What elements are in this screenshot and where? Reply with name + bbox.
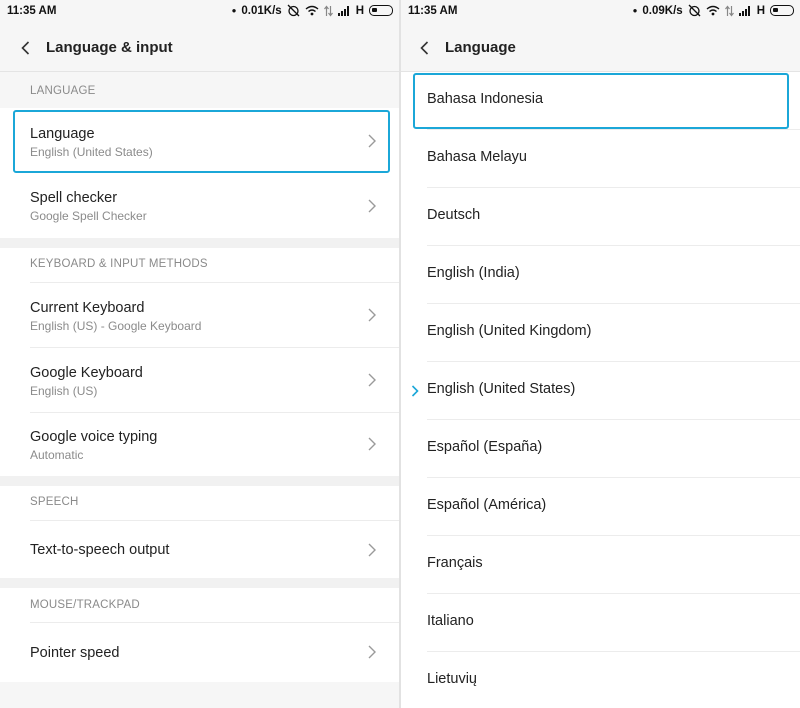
battery-icon <box>770 5 794 16</box>
chevron-right-icon <box>368 373 376 387</box>
item-title: Text-to-speech output <box>30 542 170 558</box>
app-bar: Language & input <box>0 24 399 72</box>
language-option[interactable]: English (United Kingdom) <box>401 304 800 362</box>
language-name: English (India) <box>427 265 520 281</box>
status-bar: 11:35 AM ● 0.09K/s H <box>401 0 800 24</box>
keyboard-group: KEYBOARD & INPUT METHODS Current Keyboar… <box>0 248 399 476</box>
battery-icon <box>369 5 393 16</box>
section-label-language: LANGUAGE <box>30 85 96 97</box>
status-icons: ● 0.01K/s H <box>232 4 393 17</box>
selected-chevron-icon <box>411 385 419 397</box>
language-option[interactable]: Français <box>401 536 800 594</box>
chevron-right-icon <box>368 199 376 213</box>
item-title: Current Keyboard <box>30 300 145 316</box>
item-title: Language <box>30 126 95 142</box>
app-bar: Language <box>401 24 800 72</box>
language-name: Español (España) <box>427 439 543 455</box>
section-gap <box>0 578 399 588</box>
current-keyboard-item[interactable]: Current Keyboard English (US) - Google K… <box>0 283 399 347</box>
item-subtitle: English (United States) <box>30 145 153 159</box>
section-label-speech: SPEECH <box>30 496 79 508</box>
item-title: Pointer speed <box>30 645 120 661</box>
wifi-icon <box>305 5 319 16</box>
language-option[interactable]: Lietuvių <box>401 652 800 708</box>
language-option[interactable]: Bahasa Indonesia <box>401 72 800 130</box>
language-option[interactable]: Deutsch <box>401 188 800 246</box>
text-to-speech-item[interactable]: Text-to-speech output <box>0 521 399 578</box>
chevron-right-icon <box>368 645 376 659</box>
language-option[interactable]: Español (América) <box>401 478 800 536</box>
language-input-screen: 11:35 AM ● 0.01K/s H Language & input LA… <box>0 0 399 708</box>
pointer-speed-item[interactable]: Pointer speed <box>0 623 399 682</box>
alarm-off-icon <box>287 4 300 17</box>
google-keyboard-item[interactable]: Google Keyboard English (US) <box>0 348 399 412</box>
page-title: Language & input <box>46 39 173 56</box>
status-icons: ● 0.09K/s H <box>633 4 794 17</box>
chevron-right-icon <box>368 308 376 322</box>
language-name: English (United States) <box>427 381 576 397</box>
language-name: Bahasa Indonesia <box>427 91 544 107</box>
language-item[interactable]: Language English (United States) <box>0 108 399 174</box>
mouse-group: MOUSE/TRACKPAD Pointer speed <box>0 588 399 682</box>
status-time: 11:35 AM <box>408 5 458 17</box>
alarm-off-icon <box>688 4 701 17</box>
item-subtitle: Automatic <box>30 448 84 462</box>
item-subtitle: English (US) <box>30 384 98 398</box>
language-name: Lietuvių <box>427 671 477 687</box>
status-time: 11:35 AM <box>7 5 57 17</box>
back-arrow-icon[interactable] <box>417 40 433 56</box>
language-option[interactable]: English (United States) <box>401 362 800 420</box>
signal-dot-icon: ● <box>231 6 237 15</box>
language-name: Italiano <box>427 613 474 629</box>
section-gap <box>0 238 399 248</box>
language-name: English (United Kingdom) <box>427 323 592 339</box>
wifi-icon <box>706 5 720 16</box>
network-speed: 0.01K/s <box>241 4 282 17</box>
language-name: Español (América) <box>427 497 547 513</box>
chevron-right-icon <box>368 134 376 148</box>
language-option[interactable]: Bahasa Melayu <box>401 130 800 188</box>
section-label-mouse: MOUSE/TRACKPAD <box>30 599 140 611</box>
language-name: Français <box>427 555 483 571</box>
speech-group: SPEECH Text-to-speech output <box>0 486 399 578</box>
signal-dot-icon: ● <box>632 6 638 15</box>
language-picker-screen: 11:35 AM ● 0.09K/s H Language Bahasa Ind… <box>401 0 800 708</box>
language-option[interactable]: Español (España) <box>401 420 800 478</box>
language-name: Bahasa Melayu <box>427 149 527 165</box>
network-type: H <box>756 4 765 17</box>
language-option[interactable]: English (India) <box>401 246 800 304</box>
item-title: Google voice typing <box>30 429 158 445</box>
section-label-keyboard: KEYBOARD & INPUT METHODS <box>30 258 208 270</box>
item-title: Spell checker <box>30 190 118 206</box>
data-transfer-icon <box>323 5 333 16</box>
language-list: Bahasa Indonesia Bahasa Melayu Deutsch Engl… <box>401 72 800 708</box>
back-arrow-icon[interactable] <box>18 40 34 56</box>
chevron-right-icon <box>368 437 376 451</box>
page-title: Language <box>445 39 516 56</box>
cell-signal-icon <box>337 6 349 16</box>
network-type: H <box>355 4 364 17</box>
cell-signal-icon <box>738 6 750 16</box>
language-option[interactable]: Italiano <box>401 594 800 652</box>
item-title: Google Keyboard <box>30 365 143 381</box>
language-group: Language English (United States) Spell c… <box>0 108 399 238</box>
section-gap <box>0 476 399 486</box>
item-subtitle: English (US) - Google Keyboard <box>30 319 202 333</box>
data-transfer-icon <box>724 5 734 16</box>
network-speed: 0.09K/s <box>642 4 683 17</box>
google-voice-typing-item[interactable]: Google voice typing Automatic <box>0 413 399 476</box>
spell-checker-item[interactable]: Spell checker Google Spell Checker <box>0 174 399 238</box>
language-name: Deutsch <box>427 207 481 223</box>
status-bar: 11:35 AM ● 0.01K/s H <box>0 0 399 24</box>
item-subtitle: Google Spell Checker <box>30 209 147 223</box>
chevron-right-icon <box>368 543 376 557</box>
